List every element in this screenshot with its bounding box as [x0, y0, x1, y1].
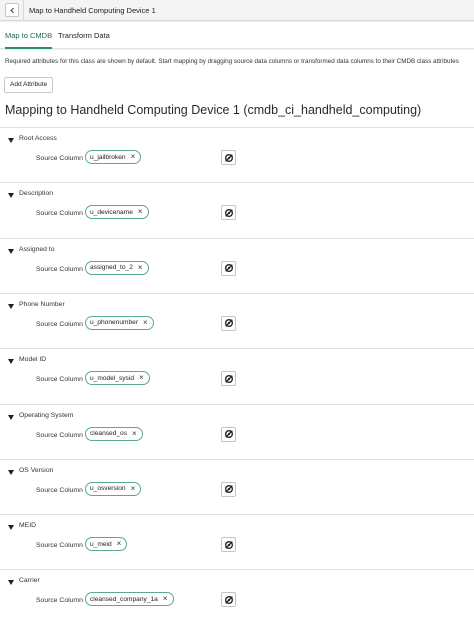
attribute-section: Root Access Source Column u_jailbroken × — [0, 127, 474, 182]
remove-chip-icon[interactable]: × — [163, 595, 168, 603]
source-column-chip[interactable]: u_devicename × — [85, 205, 149, 220]
clear-mapping-button[interactable] — [221, 426, 236, 442]
source-column-label: Source Column — [36, 320, 83, 328]
collapse-toggle-icon[interactable] — [8, 248, 14, 254]
page-title: Map to Handheld Computing Device 1 — [29, 5, 156, 15]
clear-mapping-button[interactable] — [221, 481, 236, 497]
collapse-toggle-icon[interactable] — [8, 193, 14, 199]
chip-text: cleansed_os — [90, 430, 128, 437]
collapse-toggle-icon[interactable] — [8, 469, 14, 475]
attribute-section: MEID Source Column u_meid × — [0, 514, 474, 570]
info-text: Required attributes for this class are s… — [5, 58, 459, 65]
source-column-chip[interactable]: u_phonenumber × — [85, 315, 154, 330]
source-column-chip[interactable]: u_osversion × — [85, 481, 142, 496]
main-content: Required attributes for this class are s… — [0, 50, 474, 626]
clear-mapping-button[interactable] — [221, 260, 236, 276]
unlink-icon — [224, 540, 233, 549]
unlink-icon — [224, 595, 233, 604]
attribute-label: Assigned to — [19, 245, 55, 253]
active-tab-indicator — [5, 47, 53, 49]
tab-label: Map to CMDB — [5, 31, 53, 40]
attribute-section: Description Source Column u_devicename × — [0, 182, 474, 238]
unlink-icon — [224, 430, 233, 438]
remove-chip-icon[interactable]: × — [131, 153, 136, 161]
source-column-chip[interactable]: cleansed_company_1a × — [85, 592, 174, 607]
tab-map-to-cmdb[interactable]: Map to CMDB — [5, 22, 53, 49]
collapse-toggle-icon[interactable] — [8, 138, 14, 143]
attribute-section: Operating System Source Column cleansed_os… — [0, 403, 474, 459]
unlink-icon — [224, 153, 233, 162]
remove-chip-icon[interactable]: × — [139, 374, 144, 382]
clear-mapping-button[interactable] — [221, 150, 236, 165]
chip-text: assigned_to_2 — [90, 264, 133, 272]
chip-text: u_model_sysid — [90, 374, 134, 382]
clear-mapping-button[interactable] — [221, 592, 236, 608]
collapse-toggle-icon[interactable] — [8, 525, 14, 531]
attribute-section: Carrier Source Column cleansed_company_1a × — [0, 569, 474, 625]
header-divider — [23, 0, 24, 21]
source-column-label: Source Column — [36, 542, 83, 550]
unlink-icon — [224, 319, 233, 328]
unlink-icon — [224, 264, 233, 273]
remove-chip-icon[interactable]: × — [138, 263, 143, 272]
source-column-label: Source Column — [36, 597, 83, 605]
source-column-chip[interactable]: assigned_to_2 × — [85, 260, 149, 275]
back-button[interactable] — [5, 3, 19, 17]
attribute-label: Model ID — [19, 356, 47, 364]
clear-mapping-button[interactable] — [221, 205, 236, 221]
remove-chip-icon[interactable]: × — [131, 484, 136, 493]
chip-text: u_jailbroken — [90, 153, 126, 161]
tab-transform-data[interactable]: Transform Data — [58, 22, 110, 49]
tab-label: Transform Data — [58, 31, 110, 40]
source-column-label: Source Column — [36, 431, 83, 439]
chip-text: u_osversion — [90, 485, 126, 493]
attribute-label: Carrier — [19, 577, 40, 585]
chip-text: cleansed_company_1a — [90, 595, 158, 603]
attribute-section: Assigned to Source Column assigned_to_2 × — [0, 237, 474, 293]
collapse-toggle-icon[interactable] — [8, 580, 14, 586]
chip-text: u_phonenumber — [90, 319, 139, 327]
attribute-section: Phone Number Source Column u_phonenumber × — [0, 292, 474, 348]
attribute-label: MEID — [19, 522, 36, 530]
source-column-label: Source Column — [36, 376, 83, 384]
unlink-icon — [224, 374, 233, 383]
attribute-label: Description — [19, 190, 53, 198]
attribute-label: OS Version — [19, 466, 54, 474]
unlink-icon — [224, 208, 233, 217]
collapse-toggle-icon[interactable] — [8, 414, 14, 420]
unlink-icon — [224, 485, 233, 494]
chip-text: u_meid — [90, 540, 112, 548]
source-column-chip[interactable]: u_jailbroken × — [85, 150, 142, 164]
clear-mapping-button[interactable] — [221, 371, 236, 387]
top-bar: Map to Handheld Computing Device 1 — [0, 0, 474, 21]
source-column-label: Source Column — [36, 210, 83, 218]
remove-chip-icon[interactable]: × — [132, 429, 137, 438]
chip-text: u_devicename — [90, 208, 133, 216]
collapse-toggle-icon[interactable] — [8, 359, 14, 365]
chevron-left-icon — [9, 7, 14, 13]
remove-chip-icon[interactable]: × — [138, 208, 143, 216]
source-column-label: Source Column — [36, 486, 83, 494]
tab-bar: Map to CMDB Transform Data — [0, 22, 474, 49]
remove-chip-icon[interactable]: × — [143, 318, 148, 327]
clear-mapping-button[interactable] — [221, 315, 236, 331]
attribute-label: Phone Number — [19, 300, 65, 308]
source-column-chip[interactable]: cleansed_os × — [85, 426, 143, 441]
collapse-toggle-icon[interactable] — [8, 303, 14, 309]
clear-mapping-button[interactable] — [221, 537, 236, 553]
attribute-label: Root Access — [19, 135, 57, 142]
remove-chip-icon[interactable]: × — [117, 540, 122, 548]
mapping-title: Mapping to Handheld Computing Device 1 (… — [5, 103, 422, 117]
add-attribute-button[interactable]: Add Attribute — [4, 77, 54, 93]
source-column-chip[interactable]: u_model_sysid × — [85, 371, 150, 386]
source-column-label: Source Column — [36, 155, 83, 162]
attribute-section: OS Version Source Column u_osversion × — [0, 458, 474, 514]
attribute-label: Operating System — [19, 411, 74, 419]
attribute-section: Model ID Source Column u_model_sysid × — [0, 348, 474, 404]
source-column-label: Source Column — [36, 265, 83, 273]
source-column-chip[interactable]: u_meid × — [85, 537, 128, 552]
